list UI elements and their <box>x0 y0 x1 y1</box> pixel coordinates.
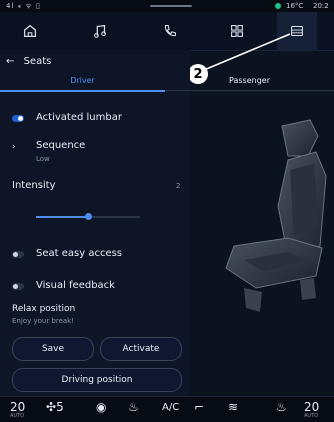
fan-speed: 5 <box>56 400 64 414</box>
lumbar-toggle[interactable] <box>12 115 24 122</box>
toggle-knob <box>13 284 18 289</box>
fan-control[interactable]: ✣5 <box>46 400 64 414</box>
home-icon[interactable] <box>10 12 50 50</box>
seat-illustration <box>225 119 327 312</box>
top-navigation <box>0 12 334 51</box>
climate-bar: 20 AUTO ✣5 ◉ ♨ A/C ⌐ ≋ ♨ 20 AUTO <box>0 396 334 422</box>
left-auto-label: AUTO <box>10 413 25 419</box>
music-icon[interactable] <box>80 12 120 50</box>
seat-easy-access-label: Seat easy access <box>36 248 123 259</box>
seat-easy-access-toggle[interactable] <box>12 251 24 258</box>
clock: 20:2 <box>313 2 329 10</box>
right-temperature[interactable]: 20 AUTO <box>304 400 319 419</box>
chevron-right-icon[interactable]: › <box>12 142 16 152</box>
tabs: Driver Passenger <box>0 70 334 92</box>
intensity-value: 2 <box>176 182 181 190</box>
drag-handle[interactable] <box>150 5 192 7</box>
seat-settings-icon[interactable] <box>277 12 317 50</box>
tab-driver[interactable]: Driver <box>0 70 165 92</box>
outside-temperature: 16°C <box>286 2 304 10</box>
left-temperature-value: 20 <box>10 400 26 414</box>
page-title: Seats <box>23 56 52 67</box>
steering-heat-icon[interactable]: ◉ <box>96 400 106 414</box>
sequence-value: Low <box>36 155 50 163</box>
save-button[interactable]: Save <box>12 337 94 361</box>
activate-button[interactable]: Activate <box>100 337 182 361</box>
right-auto-label: AUTO <box>304 413 319 419</box>
relax-position-subtitle: Enjoy your break! <box>12 317 75 325</box>
status-dot <box>275 3 281 9</box>
intensity-label: Intensity <box>12 180 56 191</box>
toggle-knob <box>13 252 18 257</box>
breadcrumb: ← Seats <box>6 56 51 67</box>
visual-feedback-toggle[interactable] <box>12 283 24 290</box>
ac-button[interactable]: A/C <box>162 402 179 413</box>
relax-position-title: Relax position <box>12 304 76 314</box>
signal-indicators: 4l ⁎ ᯤ ▯ <box>6 2 41 10</box>
seat-icon[interactable]: ⌐ <box>194 400 204 414</box>
phone-icon[interactable] <box>150 12 190 50</box>
left-temperature[interactable]: 20 AUTO <box>10 400 25 419</box>
apps-icon[interactable] <box>217 12 257 50</box>
driving-position-button[interactable]: Driving position <box>12 368 182 392</box>
toggle-knob <box>18 116 23 121</box>
right-temperature-value: 20 <box>304 400 320 414</box>
right-seat-heat-icon[interactable]: ♨ <box>276 400 287 414</box>
sequence-label[interactable]: Sequence <box>36 140 85 151</box>
visual-feedback-label: Visual feedback <box>36 280 115 291</box>
lumbar-label: Activated lumbar <box>36 112 122 123</box>
fan-icon: ✣ <box>46 400 57 414</box>
intensity-slider-thumb[interactable] <box>85 213 92 220</box>
back-arrow-icon[interactable]: ← <box>6 56 14 67</box>
intensity-slider-fill <box>36 216 88 218</box>
intensity-slider[interactable] <box>36 213 140 220</box>
seat-heat-icon[interactable]: ♨ <box>128 400 139 414</box>
status-bar: 4l ⁎ ᯤ ▯ 16°C 20:2 <box>0 0 334 12</box>
defrost-icon[interactable]: ≋ <box>228 400 238 414</box>
tab-passenger[interactable]: Passenger <box>165 70 334 91</box>
